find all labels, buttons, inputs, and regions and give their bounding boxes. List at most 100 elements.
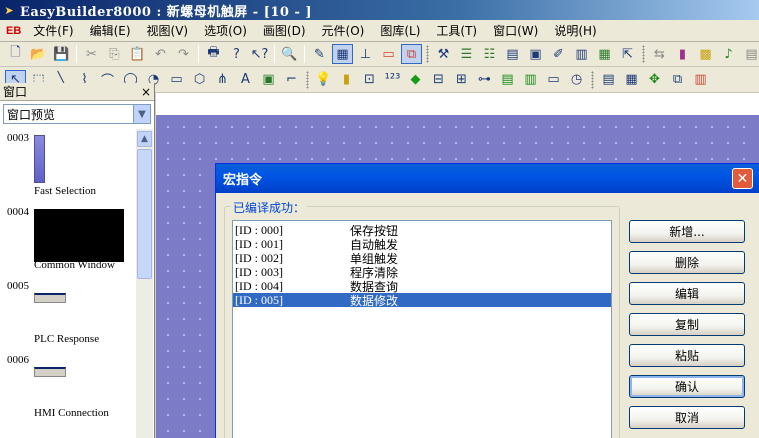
import-icon[interactable]: ⇆ — [649, 44, 670, 64]
text-icon[interactable]: A — [235, 70, 256, 90]
online-sim-icon[interactable]: ▤ — [502, 44, 523, 64]
context-help-icon[interactable]: ↖? — [249, 44, 270, 64]
function-key-icon[interactable]: ◆ — [405, 70, 426, 90]
preview-mode-dropdown[interactable]: 窗口预览 ▼ — [3, 104, 151, 124]
undo-icon[interactable]: ↶ — [150, 44, 171, 64]
multistate-switch-icon[interactable]: ⊞ — [451, 70, 472, 90]
macro-list[interactable]: [ID : 000] 保存按钮 [ID : 001] 自动触发 [ID : 00… — [232, 220, 612, 438]
dialog-close-icon[interactable]: ✕ — [732, 168, 753, 189]
menu-file[interactable]: 文件(F) — [25, 22, 81, 39]
tools-icon[interactable]: ⚒ — [433, 44, 454, 64]
menu-edit[interactable]: 编辑(E) — [82, 22, 139, 39]
macro-id: [ID : 000] — [235, 222, 283, 237]
macro-id: [ID : 004] — [235, 278, 283, 293]
macro-row[interactable]: [ID : 005] 数据修改 — [233, 293, 611, 308]
bar-graph-icon[interactable]: ▥ — [690, 70, 711, 90]
trend-display-icon[interactable]: ▤ — [598, 70, 619, 90]
confirm-button[interactable]: 确认 — [629, 375, 745, 398]
picture-icon[interactable]: ▣ — [258, 70, 279, 90]
copy-icon[interactable]: ⎘ — [104, 44, 125, 64]
alarm-display-icon[interactable]: ✥ — [644, 70, 665, 90]
cursor-tool-icon[interactable]: ⇱ — [617, 44, 638, 64]
main-toolbar: 🗋 📂 💾 ✂ ⎘ 📋 ↶ ↷ 🖶 ? ↖? 🔍 ✎ ▦ ⊥ ▭ ⧉ ⚒ ☰ ☷… — [0, 42, 759, 67]
bit-lamp-icon[interactable]: 💡 — [313, 70, 334, 90]
preview-item[interactable]: 0003 Fast Selection — [0, 129, 137, 203]
ascii-input-icon[interactable]: ▥ — [520, 70, 541, 90]
pen-icon[interactable]: ✎ — [309, 44, 330, 64]
find-icon[interactable]: 🔍 — [279, 44, 300, 64]
slide-switch-icon[interactable]: ⊶ — [474, 70, 495, 90]
paste-macro-button[interactable]: 粘贴 — [629, 344, 745, 367]
compile-icon[interactable]: ☰ — [456, 44, 477, 64]
dialog-title-bar: 宏指令 — [216, 164, 759, 193]
numeric-input-icon[interactable]: ▤ — [497, 70, 518, 90]
copy-macro-button[interactable]: 复制 — [629, 313, 745, 336]
scroll-up-icon[interactable]: ▲ — [137, 131, 152, 147]
scale-icon[interactable]: ⋔ — [212, 70, 233, 90]
preview-item[interactable]: 0005 PLC Response — [0, 277, 137, 351]
edit-macro-button[interactable]: 编辑 — [629, 282, 745, 305]
bracket-icon[interactable]: ⌐ — [281, 70, 302, 90]
library-icon[interactable]: ▮ — [672, 44, 693, 64]
chevron-down-icon[interactable]: ▼ — [133, 105, 150, 123]
rectangle-icon[interactable]: ▭ — [166, 70, 187, 90]
text-library-icon[interactable]: ▤ — [741, 44, 759, 64]
panel-header: 窗口 × — [0, 83, 154, 101]
macro-id: [ID : 001] — [235, 236, 283, 251]
macro-row[interactable]: [ID : 004] 数据查询 — [233, 278, 611, 294]
preview-caption: PLC Response — [34, 333, 100, 345]
shape-library-icon[interactable]: ▩ — [695, 44, 716, 64]
new-macro-button[interactable]: 新增... — [629, 220, 745, 243]
menu-help[interactable]: 说明(H) — [546, 22, 604, 39]
grid-icon[interactable]: ▦ — [332, 44, 353, 64]
toggle-switch-icon[interactable]: ⊟ — [428, 70, 449, 90]
menu-draw[interactable]: 画图(D) — [255, 22, 314, 39]
polygon-icon[interactable]: ⬡ — [189, 70, 210, 90]
new-file-icon[interactable]: 🗋 — [5, 44, 26, 64]
cut-icon[interactable]: ✂ — [81, 44, 102, 64]
align-icon[interactable]: ⊥ — [355, 44, 376, 64]
panel-icon[interactable]: ▥ — [571, 44, 592, 64]
macro-row[interactable]: [ID : 001] 自动触发 — [233, 236, 611, 252]
menu-objects[interactable]: 元件(O) — [314, 22, 373, 39]
word-lamp-icon[interactable]: ▮ — [336, 70, 357, 90]
download-icon[interactable]: ▣ — [525, 44, 546, 64]
menu-view[interactable]: 视图(V) — [139, 22, 197, 39]
set-word-icon[interactable]: ¹²³ — [382, 70, 403, 90]
open-folder-icon[interactable]: 📂 — [28, 44, 49, 64]
cancel-button[interactable]: 取消 — [629, 406, 745, 429]
macro-id: [ID : 003] — [235, 264, 283, 279]
redo-icon[interactable]: ↷ — [173, 44, 194, 64]
menu-options[interactable]: 选项(O) — [196, 22, 255, 39]
panel-close-icon[interactable]: × — [141, 85, 151, 99]
window-title: EasyBuilder8000 : 新螺母机触屏 - [10 - ] — [20, 4, 313, 20]
delete-macro-button[interactable]: 删除 — [629, 251, 745, 274]
preview-item[interactable]: 0004 Common Window — [0, 203, 137, 277]
preview-item[interactable]: 0006 HMI Connection — [0, 351, 137, 425]
dialog-button-column: 新增... 删除 编辑 复制 粘贴 确认 取消 — [629, 220, 745, 437]
paste-icon[interactable]: 📋 — [127, 44, 148, 64]
preview-scrollbar[interactable]: ▲ — [136, 129, 153, 438]
menu-tools[interactable]: 工具(T) — [428, 22, 485, 39]
history-display-icon[interactable]: ▦ — [621, 70, 642, 90]
save-icon[interactable]: 💾 — [51, 44, 72, 64]
window-overlap-icon[interactable]: ⧉ — [401, 44, 422, 64]
macro-row[interactable]: [ID : 002] 单组触发 — [233, 251, 611, 266]
timer-icon[interactable]: ◷ — [566, 70, 587, 90]
help-icon[interactable]: ? — [226, 44, 247, 64]
indirect-window-icon[interactable]: ▭ — [543, 70, 564, 90]
scroll-thumb[interactable] — [137, 149, 152, 279]
sound-library-icon[interactable]: ♪ — [718, 44, 739, 64]
data-transfer-icon[interactable]: ⧉ — [667, 70, 688, 90]
panel-title: 窗口 — [3, 85, 28, 99]
table-icon[interactable]: ▦ — [594, 44, 615, 64]
macro-row[interactable]: [ID : 000] 保存按钮 — [233, 222, 611, 238]
set-bit-icon[interactable]: ⊡ — [359, 70, 380, 90]
print-icon[interactable]: 🖶 — [203, 44, 224, 64]
frame-icon[interactable]: ▭ — [378, 44, 399, 64]
edit-tool-icon[interactable]: ✐ — [548, 44, 569, 64]
offline-sim-icon[interactable]: ☷ — [479, 44, 500, 64]
menu-window[interactable]: 窗口(W) — [485, 22, 546, 39]
macro-row[interactable]: [ID : 003] 程序清除 — [233, 264, 611, 280]
menu-library[interactable]: 图库(L) — [372, 22, 428, 39]
